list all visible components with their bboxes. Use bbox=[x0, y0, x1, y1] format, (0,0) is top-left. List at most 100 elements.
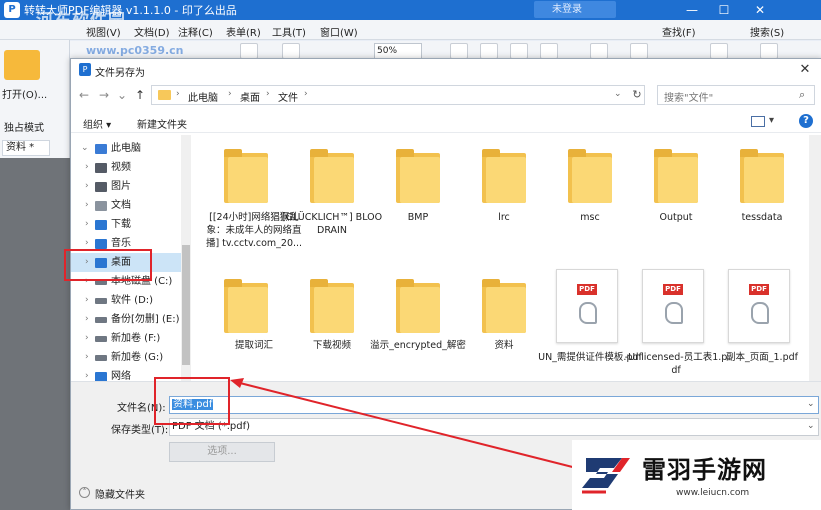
folder-item[interactable]: 下载视频 bbox=[280, 269, 364, 389]
folder-item[interactable]: BMP bbox=[366, 135, 450, 255]
document-canvas bbox=[0, 158, 70, 510]
breadcrumb-files[interactable]: 文件 bbox=[278, 89, 298, 104]
menu-window[interactable]: 窗口(W) bbox=[320, 24, 358, 39]
folder-icon bbox=[224, 279, 268, 333]
exclusive-mode-button[interactable]: 独占模式 bbox=[4, 119, 44, 134]
filetype-select[interactable]: PDF 文档 (*.pdf) bbox=[169, 418, 819, 436]
folder-item[interactable]: [[24小时]网络猖獗乱象：未成年人的网络直播] tv.cctv.com_20.… bbox=[194, 135, 302, 255]
user-login-button[interactable]: 未登录 bbox=[534, 1, 616, 18]
maximize-button[interactable]: ☐ bbox=[709, 0, 739, 20]
refresh-icon[interactable]: ↻ bbox=[630, 88, 644, 102]
folder-item[interactable]: tessdata bbox=[710, 135, 794, 255]
tree-item-pictures[interactable]: › 图片 bbox=[71, 177, 181, 196]
pdf-app-icon: P bbox=[79, 63, 91, 76]
collapse-icon[interactable]: ˄ bbox=[79, 487, 90, 498]
up-arrow-icon[interactable]: ↑ bbox=[133, 87, 147, 103]
folder-icon bbox=[740, 149, 784, 203]
network-icon bbox=[95, 372, 107, 381]
highlight-box-desktop bbox=[64, 249, 152, 281]
folder-item[interactable]: lrc bbox=[452, 135, 536, 255]
document-tab[interactable]: 资料 * bbox=[2, 140, 50, 156]
tool-button[interactable] bbox=[480, 43, 498, 59]
folder-open-icon[interactable] bbox=[4, 50, 40, 80]
address-bar[interactable]: › 此电脑 › 桌面 › 文件 › ⌄ ↻ bbox=[151, 85, 645, 105]
pc-icon bbox=[95, 144, 107, 154]
zoom-select[interactable]: 50% bbox=[374, 43, 422, 59]
hide-folders-toggle[interactable]: 隐藏文件夹 bbox=[95, 486, 145, 501]
folder-item[interactable]: msc bbox=[538, 135, 622, 255]
breadcrumb-desktop[interactable]: 桌面 bbox=[240, 89, 260, 104]
file-grid-scrollbar[interactable] bbox=[809, 135, 821, 381]
tree-item-this-pc[interactable]: ⌄ 此电脑 bbox=[71, 139, 181, 158]
menu-form[interactable]: 表单(R) bbox=[226, 24, 261, 39]
forward-arrow-icon[interactable]: → bbox=[97, 87, 111, 103]
view-dropdown-icon[interactable]: ▾ bbox=[769, 115, 774, 126]
highlight-box-filename bbox=[154, 377, 230, 425]
tree-item-downloads[interactable]: › 下载 bbox=[71, 215, 181, 234]
new-folder-button[interactable]: 新建文件夹 bbox=[137, 116, 187, 131]
navigation-bar: ← → ⌄ ↑ › 此电脑 › 桌面 › 文件 › ⌄ ↻ 搜索"文件" ⌕ bbox=[71, 83, 821, 107]
tool-button[interactable] bbox=[630, 43, 648, 59]
organize-menu[interactable]: 组织 ▾ bbox=[83, 116, 111, 131]
tree-item-videos[interactable]: › 视频 bbox=[71, 158, 181, 177]
tool-button[interactable] bbox=[450, 43, 468, 59]
menu-view[interactable]: 视图(V) bbox=[86, 24, 121, 39]
pdf-file-icon: PDF bbox=[556, 269, 618, 343]
folder-icon bbox=[158, 90, 171, 100]
menu-bar: 视图(V) 文档(D) 注释(C) 表单(R) 工具(T) 窗口(W) 查找(F… bbox=[0, 20, 821, 40]
back-arrow-icon[interactable]: ← bbox=[77, 87, 91, 103]
tree-item-documents[interactable]: › 文档 bbox=[71, 196, 181, 215]
close-window-button[interactable]: ✕ bbox=[745, 0, 775, 20]
folder-item[interactable]: Output bbox=[624, 135, 708, 255]
address-dropdown-icon[interactable]: ⌄ bbox=[614, 89, 622, 99]
tool-button[interactable] bbox=[760, 43, 778, 59]
tree-item-drive-f[interactable]: › 新加卷 (F:) bbox=[71, 329, 181, 348]
search-input[interactable]: 搜索"文件" bbox=[657, 85, 815, 105]
menu-document[interactable]: 文档(D) bbox=[134, 24, 170, 39]
recent-locations-icon[interactable]: ⌄ bbox=[115, 87, 129, 103]
folder-icon bbox=[396, 279, 440, 333]
options-button[interactable]: 选项... bbox=[169, 442, 275, 462]
command-bar: 组织 ▾ 新建文件夹 ▾ ? bbox=[71, 111, 821, 133]
folder-item[interactable]: 提取词汇 bbox=[194, 269, 278, 389]
breadcrumb-separator: › bbox=[228, 89, 232, 99]
folder-icon bbox=[224, 149, 268, 203]
dialog-close-button[interactable]: ✕ bbox=[795, 61, 815, 79]
help-icon[interactable]: ? bbox=[799, 114, 813, 128]
folder-icon bbox=[568, 149, 612, 203]
tool-button[interactable] bbox=[710, 43, 728, 59]
pdf-file-item[interactable]: PDF -Unlicensed-员工表1.pdf bbox=[624, 269, 727, 389]
tool-button[interactable] bbox=[240, 43, 258, 59]
filename-dropdown-icon[interactable]: ⌄ bbox=[807, 399, 815, 409]
tree-scrollbar-thumb[interactable] bbox=[182, 245, 190, 365]
breadcrumb-this-pc[interactable]: 此电脑 bbox=[188, 89, 218, 104]
minimize-button[interactable]: — bbox=[677, 0, 707, 20]
download-icon bbox=[95, 220, 107, 230]
folder-icon bbox=[396, 149, 440, 203]
filename-field[interactable]: 资料.pdf bbox=[169, 396, 819, 414]
folder-item[interactable]: 资料 bbox=[452, 269, 536, 389]
search-icon[interactable]: ⌕ bbox=[799, 88, 811, 102]
pdf-file-item[interactable]: PDF UN_需提供证件模板.pdf bbox=[538, 269, 642, 389]
tool-button[interactable] bbox=[540, 43, 558, 59]
tree-item-drive-d[interactable]: › 软件 (D:) bbox=[71, 291, 181, 310]
breadcrumb-separator: › bbox=[176, 89, 180, 99]
folder-item[interactable]: [GLÜCKLICH™] BLOODRAIN bbox=[280, 135, 382, 255]
menu-tools[interactable]: 工具(T) bbox=[272, 24, 306, 39]
filetype-dropdown-icon[interactable]: ⌄ bbox=[807, 421, 815, 431]
search-menu-button[interactable]: 搜索(S) bbox=[750, 24, 784, 39]
tree-item-drive-e[interactable]: › 备份[勿删] (E:) bbox=[71, 310, 181, 329]
folder-item[interactable]: 溢示_encrypted_解密 bbox=[366, 269, 466, 389]
find-button[interactable]: 查找(F) bbox=[662, 24, 696, 39]
breadcrumb-separator: › bbox=[266, 89, 270, 99]
pdf-file-item[interactable]: PDF 副本_页面_1.pdf bbox=[710, 269, 798, 389]
tool-button[interactable] bbox=[282, 43, 300, 59]
tool-button[interactable] bbox=[590, 43, 608, 59]
video-icon bbox=[95, 163, 107, 173]
menu-comment[interactable]: 注释(C) bbox=[178, 24, 213, 39]
tool-button[interactable] bbox=[510, 43, 528, 59]
open-button-label[interactable]: 打开(O)... bbox=[2, 86, 47, 101]
tree-item-drive-g[interactable]: › 新加卷 (G:) bbox=[71, 348, 181, 367]
view-options-icon[interactable] bbox=[751, 116, 765, 127]
pdf-file-icon: PDF bbox=[728, 269, 790, 343]
